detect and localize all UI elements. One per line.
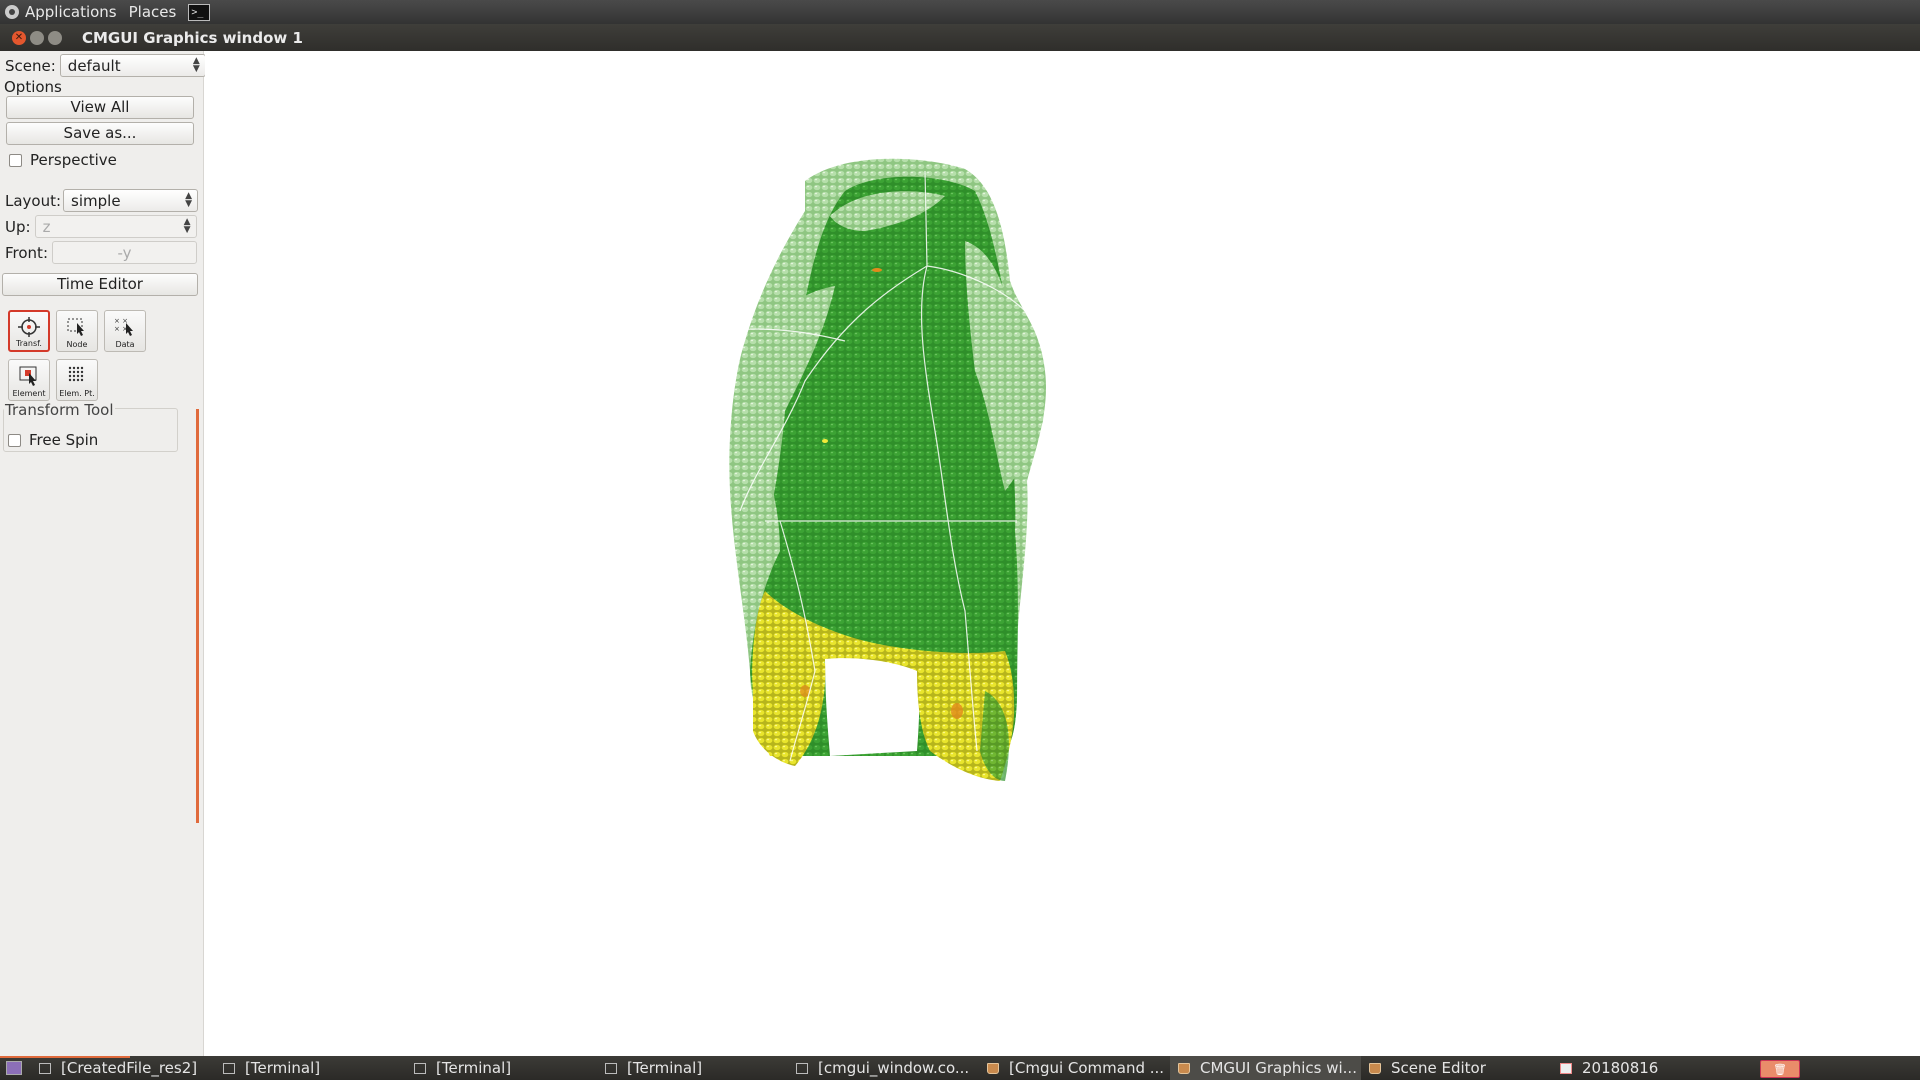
data-tool-button[interactable]: × × × × Data [104,310,146,352]
front-select[interactable]: -y [52,241,197,264]
scene-select-value: default [67,56,121,75]
element-point-tool-label: Elem. Pt. [59,389,95,398]
data-tool-label: Data [115,340,135,349]
perspective-checkbox[interactable] [9,153,22,167]
cmgui-icon [1369,1062,1381,1074]
up-select[interactable]: z ▲ ▼ [34,215,197,238]
close-window-button[interactable]: ✕ [12,30,26,45]
taskbar-item-label: 20180816 [1582,1059,1659,1077]
up-select-value: z [42,217,51,236]
taskbar-item-cmgui-graphics[interactable]: CMGUI Graphics wi... [1170,1056,1361,1080]
combo-arrows-icon: ▲ ▼ [183,217,191,235]
taskbar-item-label: [Terminal] [436,1059,512,1077]
orange-spot [951,703,963,719]
cmgui-icon [1178,1062,1190,1074]
taskbar-item-20180816[interactable]: 20180816 [1552,1056,1732,1080]
element-point-tool-button[interactable]: Elem. Pt. [56,359,98,401]
3d-scene[interactable] [205,51,1920,1056]
transform-tool-label: Transform Tool [4,401,115,419]
svg-text:× ×: × × [114,325,128,333]
taskbar-item-label: CMGUI Graphics wi... [1200,1059,1357,1077]
taskbar-item-label: [Cmgui Command ... [1009,1059,1165,1077]
free-spin-checkbox[interactable] [8,433,21,447]
layout-select[interactable]: simple ▲ ▼ [63,189,199,212]
show-desktop-icon[interactable] [6,1061,22,1075]
orange-spot [872,268,882,272]
window-title-bar[interactable]: ✕ CMGUI Graphics window 1 [0,24,1920,51]
leg-gap [825,658,920,756]
maximize-window-button[interactable] [48,30,62,45]
top-panel: Applications Places >_ [0,0,1920,24]
taskbar-item-terminal-2[interactable]: [Terminal] [406,1056,597,1080]
scene-select[interactable]: default ▲ ▼ [59,54,206,77]
save-as-button[interactable]: Save as... [6,122,194,145]
transform-tool-label: Transf. [16,339,42,348]
taskbar-item-terminal-1[interactable]: [Terminal] [215,1056,406,1080]
trash-icon[interactable]: 🗑 [1760,1060,1800,1078]
applications-menu[interactable]: Applications [25,3,117,21]
taskbar-item-label: [Terminal] [627,1059,703,1077]
transform-tool-button[interactable]: Transf. [8,310,50,352]
taskbar-item-label: [CreatedFile_res2] [61,1059,198,1077]
taskbar-item-createdfile[interactable]: [CreatedFile_res2] [31,1056,215,1080]
combo-arrows-icon: ▲ ▼ [192,56,200,74]
terminal-launcher-icon[interactable]: >_ [188,3,211,21]
combo-arrows-icon: ▲ ▼ [185,191,193,209]
window-title: CMGUI Graphics window 1 [82,28,303,47]
minimize-window-button[interactable] [30,30,44,45]
options-label: Options [4,78,62,96]
window-icon [39,1062,51,1074]
taskbar-item-label: Scene Editor [1391,1059,1486,1077]
element-point-tool-icon [68,366,84,382]
graphics-canvas[interactable] [205,51,1920,1056]
taskbar-item-label: [Terminal] [245,1059,321,1077]
front-select-value: -y [117,243,132,262]
element-tool-label: Element [12,389,46,398]
view-all-button[interactable]: View All [6,96,194,119]
taskbar-item-cmgui-window-config[interactable]: [cmgui_window.co... [788,1056,979,1080]
yellow-spot [822,439,828,443]
places-menu[interactable]: Places [129,3,177,21]
node-tool-label: Node [66,340,88,349]
taskbar-item-terminal-3[interactable]: [Terminal] [597,1056,788,1080]
free-spin-label: Free Spin [29,431,99,449]
element-tool-icon [19,366,37,386]
scene-label: Scene: [5,56,56,75]
ubuntu-logo-icon[interactable] [5,5,19,19]
front-label: Front: [5,243,48,262]
time-editor-button[interactable]: Time Editor [2,273,198,296]
taskbar-item-label: [cmgui_window.co... [818,1059,970,1077]
terminal-icon [605,1062,617,1074]
layout-label: Layout: [5,191,62,210]
graphics-options-panel: Scene: default ▲ ▼ Options View All Save … [0,51,206,1056]
up-label: Up: [5,217,31,236]
element-tool-button[interactable]: Element [8,359,50,401]
calendar-icon [1560,1062,1572,1074]
svg-text:× ×: × × [114,317,128,325]
node-tool-icon [67,318,84,336]
taskbar-item-cmgui-command[interactable]: [Cmgui Command ... [979,1056,1170,1080]
bottom-taskbar: [CreatedFile_res2] [Terminal] [Terminal]… [0,1056,1920,1080]
cmgui-icon [987,1062,999,1074]
node-tool-button[interactable]: Node [56,310,98,352]
transform-tool-icon [18,317,40,337]
terminal-icon [414,1062,426,1074]
terminal-icon [223,1062,235,1074]
panel-resize-handle[interactable] [196,409,199,823]
text-editor-icon [796,1062,808,1074]
data-tool-icon: × × × × [114,317,133,336]
perspective-label: Perspective [30,151,117,169]
layout-select-value: simple [71,191,121,210]
taskbar-item-scene-editor[interactable]: Scene Editor [1361,1056,1552,1080]
